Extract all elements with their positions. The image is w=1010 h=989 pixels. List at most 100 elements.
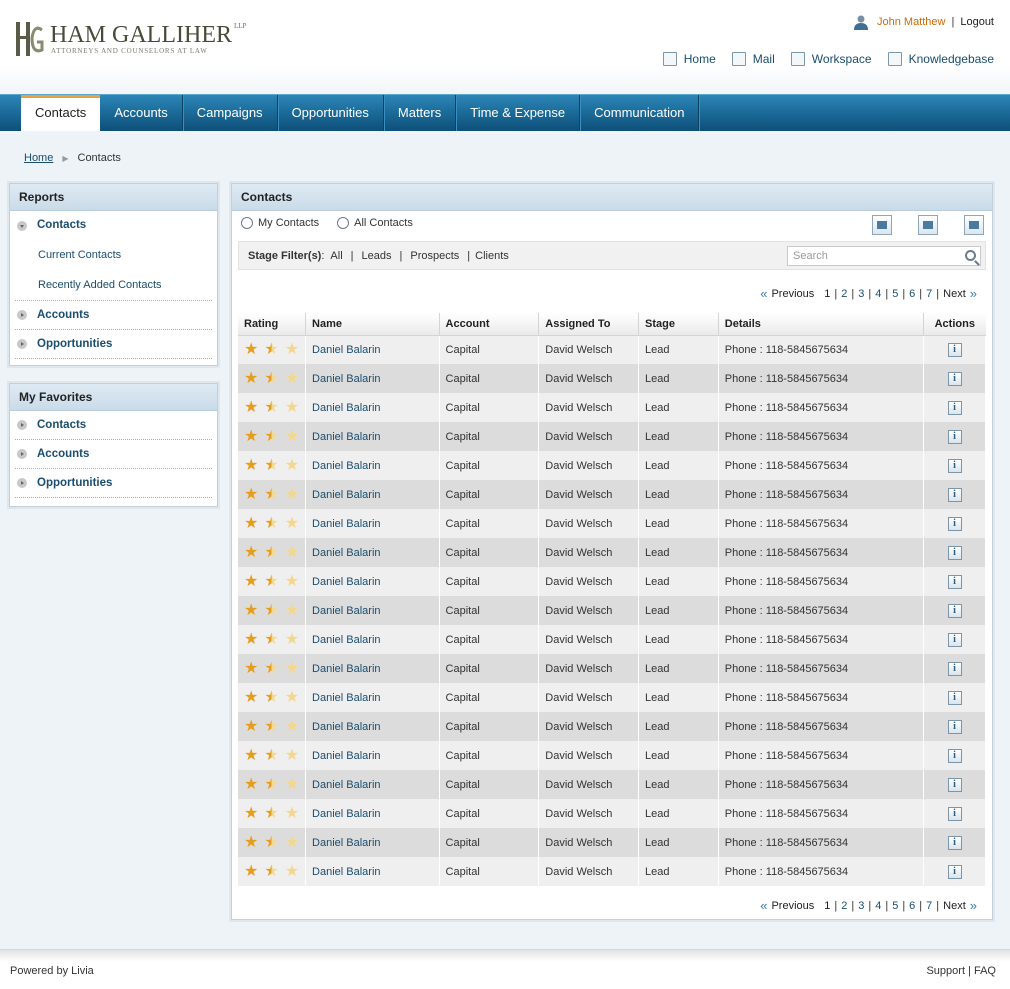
logout-link[interactable]: Logout <box>960 16 994 28</box>
info-icon[interactable]: i <box>947 748 962 763</box>
name-cell[interactable]: Daniel Balarin <box>305 741 440 770</box>
brand-logo[interactable]: HAM GALLIHER LLP ATTORNEYS AND COUNSELORS… <box>14 20 246 62</box>
page-link[interactable]: 2 <box>841 288 847 300</box>
table-row[interactable]: ★ ★ ★ Daniel Balarin Capital David Welsch Lead… <box>238 393 986 422</box>
favorites-opportunities-item[interactable]: Opportunities <box>15 469 212 498</box>
col-assigned-to[interactable]: Assigned To <box>538 313 640 336</box>
rating-stars[interactable]: ★ ★ ★ <box>244 515 305 532</box>
table-row[interactable]: ★ ★ ★ Daniel Balarin Capital David Welsch Lead… <box>238 625 986 654</box>
rating-stars[interactable]: ★ ★ ★ <box>244 544 305 561</box>
info-icon[interactable]: i <box>947 661 962 676</box>
breadcrumb-home-link[interactable]: Home <box>24 152 53 164</box>
page-link[interactable]: 6 <box>909 900 915 912</box>
table-row[interactable]: ★ ★ ★ Daniel Balarin Capital David Welsch Lead… <box>238 799 986 828</box>
name-cell[interactable]: Daniel Balarin <box>305 335 440 364</box>
info-icon[interactable]: i <box>947 429 962 444</box>
favorites-accounts-item[interactable]: Accounts <box>15 440 212 469</box>
table-row[interactable]: ★ ★ ★ Daniel Balarin Capital David Welsch Lead… <box>238 538 986 567</box>
name-cell[interactable]: Daniel Balarin <box>305 567 440 596</box>
nav-tab-opportunities[interactable]: Opportunities <box>278 95 384 131</box>
faq-link[interactable]: FAQ <box>974 965 996 977</box>
col-details[interactable]: Details <box>718 313 925 336</box>
table-row[interactable]: ★ ★ ★ Daniel Balarin Capital David Welsch Lead… <box>238 509 986 538</box>
reports-contacts-item[interactable]: Contacts <box>15 211 212 240</box>
info-icon[interactable]: i <box>947 487 962 502</box>
contact-card-icon[interactable] <box>872 215 892 235</box>
page-link[interactable]: 3 <box>858 288 864 300</box>
nav-tab-matters[interactable]: Matters <box>384 95 457 131</box>
info-icon[interactable]: i <box>947 371 962 386</box>
info-icon[interactable]: i <box>947 574 962 589</box>
support-link[interactable]: Support <box>926 965 965 977</box>
table-row[interactable]: ★ ★ ★ Daniel Balarin Capital David Welsch Lead… <box>238 335 986 364</box>
rating-stars[interactable]: ★ ★ ★ <box>244 747 305 764</box>
rating-stars[interactable]: ★ ★ ★ <box>244 718 305 735</box>
rating-stars[interactable]: ★ ★ ★ <box>244 689 305 706</box>
rating-stars[interactable]: ★ ★ ★ <box>244 370 305 387</box>
export-icon[interactable] <box>964 215 984 235</box>
rating-stars[interactable]: ★ ★ ★ <box>244 341 305 358</box>
name-cell[interactable]: Daniel Balarin <box>305 538 440 567</box>
info-icon[interactable]: i <box>947 400 962 415</box>
info-icon[interactable]: i <box>947 545 962 560</box>
col-stage[interactable]: Stage <box>638 313 719 336</box>
info-icon[interactable]: i <box>947 835 962 850</box>
search-input[interactable]: Search <box>787 246 981 266</box>
page-link[interactable]: 7 <box>926 900 932 912</box>
rating-stars[interactable]: ★ ★ ★ <box>244 805 305 822</box>
page-link[interactable]: 4 <box>875 900 881 912</box>
name-cell[interactable]: Daniel Balarin <box>305 364 440 393</box>
name-cell[interactable]: Daniel Balarin <box>305 509 440 538</box>
name-cell[interactable]: Daniel Balarin <box>305 480 440 509</box>
col-account[interactable]: Account <box>439 313 540 336</box>
page-link[interactable]: 3 <box>858 900 864 912</box>
nav-tab-contacts[interactable]: Contacts <box>21 95 101 131</box>
reports-opportunities-item[interactable]: Opportunities <box>15 330 212 359</box>
rating-stars[interactable]: ★ ★ ★ <box>244 399 305 416</box>
table-row[interactable]: ★ ★ ★ Daniel Balarin Capital David Welsch Lead… <box>238 364 986 393</box>
rating-stars[interactable]: ★ ★ ★ <box>244 457 305 474</box>
table-row[interactable]: ★ ★ ★ Daniel Balarin Capital David Welsch Lead… <box>238 480 986 509</box>
page-link[interactable]: 7 <box>926 288 932 300</box>
table-row[interactable]: ★ ★ ★ Daniel Balarin Capital David Welsch Lead… <box>238 596 986 625</box>
import-icon[interactable] <box>918 215 938 235</box>
name-cell[interactable]: Daniel Balarin <box>305 770 440 799</box>
name-cell[interactable]: Daniel Balarin <box>305 596 440 625</box>
name-cell[interactable]: Daniel Balarin <box>305 799 440 828</box>
rating-stars[interactable]: ★ ★ ★ <box>244 834 305 851</box>
page-link[interactable]: 5 <box>892 900 898 912</box>
info-icon[interactable]: i <box>947 632 962 647</box>
filter-prospects[interactable]: Prospects <box>410 250 459 262</box>
previous-page-link[interactable]: Previous <box>771 900 814 912</box>
name-cell[interactable]: Daniel Balarin <box>305 683 440 712</box>
rating-stars[interactable]: ★ ★ ★ <box>244 428 305 445</box>
home-link[interactable]: Home <box>662 52 716 66</box>
next-page-link[interactable]: Next <box>943 900 966 912</box>
info-icon[interactable]: i <box>947 690 962 705</box>
name-cell[interactable]: Daniel Balarin <box>305 712 440 741</box>
rating-stars[interactable]: ★ ★ ★ <box>244 573 305 590</box>
info-icon[interactable]: i <box>947 719 962 734</box>
all-contacts-radio[interactable]: All Contacts <box>337 217 413 229</box>
page-link[interactable]: 4 <box>875 288 881 300</box>
table-row[interactable]: ★ ★ ★ Daniel Balarin Capital David Welsch Lead… <box>238 567 986 596</box>
reports-accounts-item[interactable]: Accounts <box>15 301 212 330</box>
table-row[interactable]: ★ ★ ★ Daniel Balarin Capital David Welsch Lead… <box>238 654 986 683</box>
table-row[interactable]: ★ ★ ★ Daniel Balarin Capital David Welsch Lead… <box>238 683 986 712</box>
page-link[interactable]: 2 <box>841 900 847 912</box>
rating-stars[interactable]: ★ ★ ★ <box>244 863 305 880</box>
name-cell[interactable]: Daniel Balarin <box>305 451 440 480</box>
page-link[interactable]: 5 <box>892 288 898 300</box>
rating-stars[interactable]: ★ ★ ★ <box>244 776 305 793</box>
rating-stars[interactable]: ★ ★ ★ <box>244 660 305 677</box>
name-cell[interactable]: Daniel Balarin <box>305 625 440 654</box>
rating-stars[interactable]: ★ ★ ★ <box>244 486 305 503</box>
name-cell[interactable]: Daniel Balarin <box>305 857 440 886</box>
info-icon[interactable]: i <box>947 777 962 792</box>
nav-tab-time-expense[interactable]: Time & Expense <box>456 95 581 131</box>
name-cell[interactable]: Daniel Balarin <box>305 393 440 422</box>
col-name[interactable]: Name <box>305 313 440 336</box>
info-icon[interactable]: i <box>947 342 962 357</box>
rating-stars[interactable]: ★ ★ ★ <box>244 602 305 619</box>
table-row[interactable]: ★ ★ ★ Daniel Balarin Capital David Welsch Lead… <box>238 857 986 886</box>
